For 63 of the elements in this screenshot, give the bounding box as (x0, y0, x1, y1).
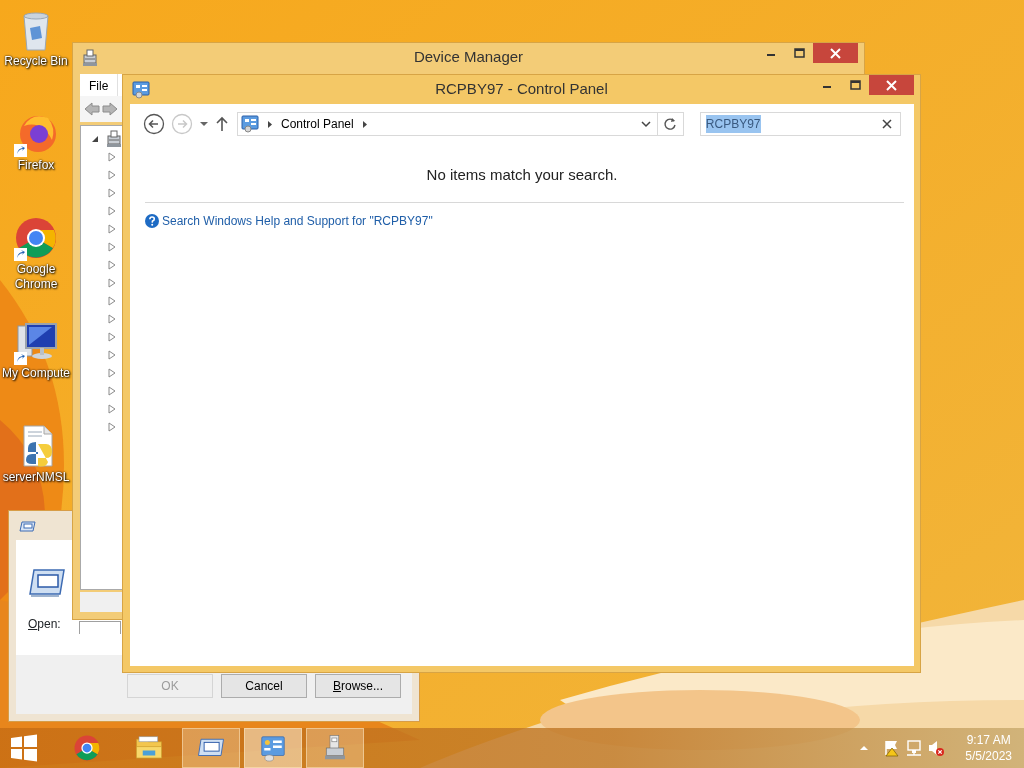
run-icon (19, 518, 36, 533)
address-dropdown-button[interactable] (640, 120, 651, 128)
close-button[interactable] (869, 75, 914, 95)
input-field[interactable] (78, 621, 121, 634)
search-field[interactable]: RCPBY97 (699, 112, 901, 136)
windows-logo-icon (10, 734, 38, 762)
up-button[interactable] (215, 116, 229, 132)
expand-arrow-icon[interactable] (107, 350, 117, 360)
field-label: Open: (28, 615, 61, 633)
close-button[interactable] (813, 43, 858, 63)
expand-arrow-icon[interactable] (107, 206, 117, 216)
computer-icon (105, 130, 123, 148)
clock[interactable]: 9:17 AM 5/5/2023 (951, 732, 1024, 764)
expand-arrow-icon[interactable] (107, 332, 117, 342)
help-icon (145, 213, 159, 228)
status-message: No items match your search. (425, 165, 619, 185)
maximize-icon[interactable] (849, 80, 861, 90)
chevron-icon[interactable] (267, 119, 273, 129)
show-hidden-icons-button[interactable] (859, 744, 870, 752)
expand-arrow-icon[interactable] (107, 422, 117, 432)
clear-button[interactable] (882, 119, 892, 129)
expand-arrow-icon[interactable] (107, 152, 117, 162)
taskbar-button[interactable] (244, 728, 302, 768)
volume-muted-icon[interactable] (928, 739, 946, 757)
expand-arrow-icon[interactable] (107, 188, 117, 198)
device-manager-icon (81, 48, 99, 67)
taskbar-button[interactable] (182, 728, 240, 768)
refresh-icon[interactable] (663, 117, 678, 131)
icon-label[interactable]: serverNMSL (2, 470, 70, 485)
close-icon[interactable] (830, 47, 841, 59)
flag-icon[interactable] (883, 739, 901, 757)
expand-arrow-icon[interactable] (107, 386, 117, 396)
expand-arrow-icon[interactable] (107, 404, 117, 414)
browser-icon (72, 733, 102, 763)
expand-arrow-icon[interactable] (107, 170, 117, 180)
control-panel-icon (258, 733, 288, 763)
collapse-arrow-icon[interactable] (91, 134, 101, 144)
control-panel-icon (241, 115, 259, 133)
icon-label[interactable]: My Compute (2, 366, 70, 381)
dialog-button[interactable]: Cancel (221, 674, 307, 698)
window-title: Device Manager (412, 47, 525, 68)
control-panel-icon (132, 80, 150, 99)
window-title: RCPBY97 - Control Panel (434, 79, 609, 100)
expand-arrow-icon[interactable] (107, 260, 117, 270)
run-icon (28, 568, 66, 598)
recent-pages-button[interactable] (199, 121, 209, 127)
network-icon[interactable] (906, 739, 923, 757)
address-bar[interactable]: Control Panel (237, 112, 684, 136)
breadcrumb-item[interactable]: Control Panel (277, 115, 358, 133)
expand-arrow-icon[interactable] (107, 296, 117, 306)
expand-arrow-icon[interactable] (107, 224, 117, 234)
help-link[interactable]: Search Windows Help and Support for "RCPBY97" (162, 211, 433, 230)
expand-arrow-icon[interactable] (107, 242, 117, 252)
maximize-icon[interactable] (793, 48, 805, 58)
back-button[interactable] (143, 113, 165, 135)
expand-arrow-icon[interactable] (107, 278, 117, 288)
close-icon[interactable] (886, 79, 897, 91)
dialog-button[interactable]: Browse... (315, 674, 401, 698)
taskbar-button[interactable] (306, 728, 364, 768)
forward-button[interactable] (102, 102, 118, 116)
expand-arrow-icon[interactable] (107, 368, 117, 378)
expand-arrow-icon[interactable] (107, 314, 117, 324)
chevron-icon[interactable] (361, 119, 368, 129)
